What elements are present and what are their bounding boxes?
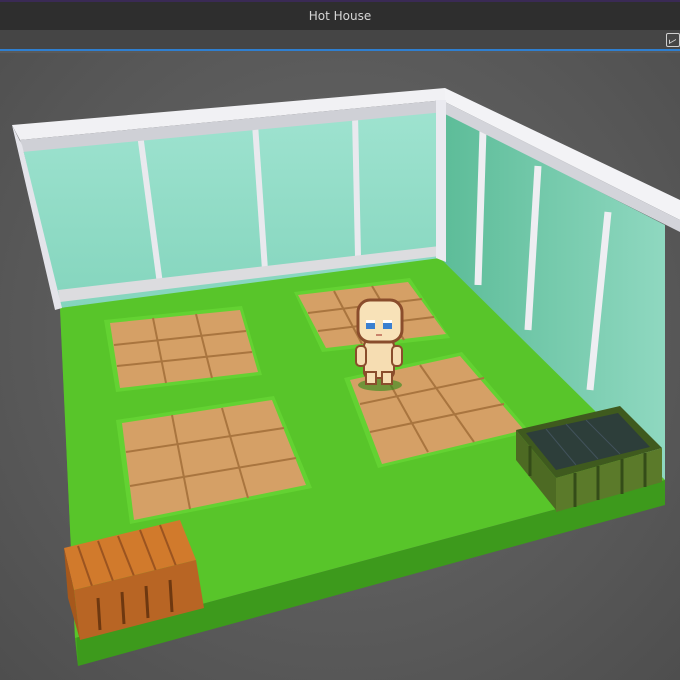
title-bar: Hot House bbox=[0, 0, 680, 30]
graph-icon[interactable] bbox=[666, 33, 680, 47]
window-title: Hot House bbox=[308, 9, 372, 23]
scene-viewport[interactable] bbox=[0, 53, 680, 680]
greenhouse-scene bbox=[12, 88, 680, 666]
toolbar bbox=[0, 30, 680, 51]
